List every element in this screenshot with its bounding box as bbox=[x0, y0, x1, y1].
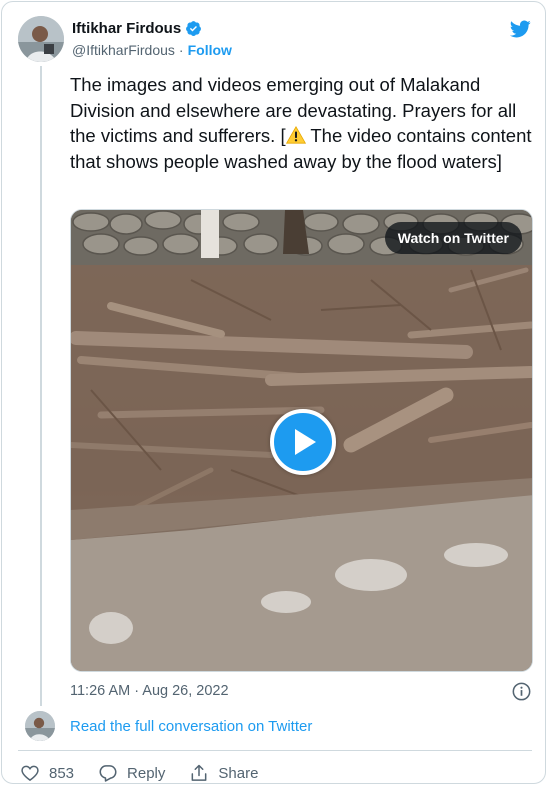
like-count: 853 bbox=[49, 764, 75, 782]
reader-avatar[interactable] bbox=[25, 711, 55, 741]
watch-on-twitter-button[interactable]: Watch on Twitter bbox=[384, 222, 522, 254]
thread-line bbox=[40, 66, 42, 706]
like-button[interactable]: 853 bbox=[20, 763, 74, 783]
separator-dot: · bbox=[178, 42, 184, 58]
warning-icon bbox=[285, 126, 306, 144]
author-name[interactable]: Iftikhar Firdous bbox=[72, 20, 181, 37]
follow-link[interactable]: Follow bbox=[188, 42, 232, 58]
tweet-card: Iftikhar Firdous @IftikharFirdous · Foll… bbox=[1, 1, 546, 784]
play-icon bbox=[295, 429, 316, 455]
share-button[interactable]: Share bbox=[189, 763, 258, 783]
verified-badge-icon bbox=[186, 21, 202, 37]
play-button[interactable] bbox=[270, 409, 336, 475]
reply-icon bbox=[99, 765, 117, 782]
info-icon[interactable] bbox=[512, 682, 531, 701]
author-avatar[interactable] bbox=[18, 16, 64, 62]
tweet-timestamp[interactable]: 11:26 AM · Aug 26, 2022 bbox=[70, 683, 229, 699]
video-media[interactable]: Watch on Twitter bbox=[70, 209, 533, 672]
tweet-text: The images and videos emerging out of Ma… bbox=[70, 72, 532, 174]
heart-icon bbox=[21, 765, 39, 782]
twitter-bird-icon[interactable] bbox=[508, 18, 532, 40]
action-bar: 853 Reply Share bbox=[20, 763, 282, 783]
author-handle[interactable]: @IftikharFirdous bbox=[72, 42, 175, 58]
reply-label: Reply bbox=[127, 764, 166, 782]
read-conversation-link[interactable]: Read the full conversation on Twitter bbox=[70, 718, 312, 735]
divider bbox=[18, 750, 532, 751]
share-icon bbox=[191, 764, 207, 781]
share-label: Share bbox=[218, 764, 259, 782]
reply-button[interactable]: Reply bbox=[98, 763, 165, 783]
